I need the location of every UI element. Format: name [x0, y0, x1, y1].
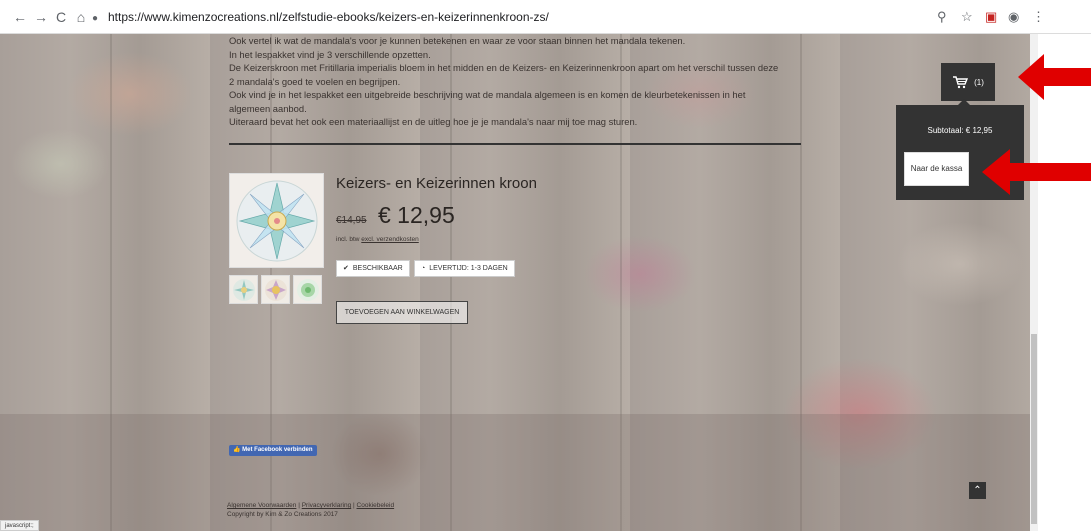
- right-margin: [1038, 34, 1091, 531]
- vat-text: incl. btw: [336, 236, 360, 243]
- lock-icon: ●: [92, 13, 99, 24]
- product-description: Ook vertel ik wat de mandala's voor je k…: [229, 34, 819, 129]
- url-text: https://www.kimenzocreations.nl/zelfstud…: [108, 10, 549, 24]
- delivery-badge: ◔ LEVERTIJD: 1-3 DAGEN: [414, 260, 515, 277]
- product-thumbnail[interactable]: [261, 275, 290, 304]
- page-background: Ook vertel ik wat de mandala's voor je k…: [0, 34, 1030, 531]
- description-line: Ook vertel ik wat de mandala's voor je k…: [229, 35, 686, 46]
- privacy-link[interactable]: Privacyverklaring: [302, 502, 352, 509]
- terms-link[interactable]: Algemene Voorwaarden: [227, 502, 296, 509]
- checkout-button[interactable]: Naar de kassa: [904, 152, 969, 186]
- cart-button[interactable]: (1): [941, 63, 995, 101]
- product-image[interactable]: [229, 173, 324, 268]
- address-bar[interactable]: ● https://www.kimenzocreations.nl/zelfstu…: [92, 6, 842, 28]
- description-line: Ook vind je in het lespakket een uitgebr…: [229, 89, 746, 100]
- product-thumbnail[interactable]: [229, 275, 258, 304]
- description-line: Uiteraard bevat het ook een materiaallij…: [229, 116, 638, 127]
- clock-icon: ◔: [421, 265, 426, 272]
- profile-icon[interactable]: ◉: [1008, 9, 1019, 25]
- footer-area: [0, 414, 1030, 531]
- description-line: In het lespakket vind je 3 verschillende…: [229, 48, 431, 60]
- home-icon[interactable]: ⌂: [73, 9, 89, 25]
- check-icon: ✔: [343, 265, 349, 272]
- status-bar: javascript:;: [0, 520, 39, 531]
- scroll-to-top-button[interactable]: ⌃: [969, 482, 986, 499]
- red-arrow-icon: [1018, 54, 1091, 100]
- cart-subtotal: Subtotaal: € 12,95: [927, 126, 993, 135]
- reload-icon[interactable]: C: [53, 9, 69, 25]
- thumbnail-mandala-1: [232, 278, 255, 301]
- browser-toolbar: ← → C ⌂ ● https://www.kimenzocreations.nl…: [0, 0, 1091, 34]
- copyright-text: Copyright by Kim & Zo Creations 2017: [227, 511, 338, 518]
- delivery-label: LEVERTIJD: 1-3 DAGEN: [429, 265, 508, 272]
- availability-label: BESCHIKBAAR: [352, 265, 403, 272]
- menu-icon[interactable]: ⋮: [1032, 9, 1045, 25]
- availability-badge: ✔ BESCHIKBAAR: [336, 260, 410, 277]
- footer-links: Algemene Voorwaarden | Privacyverklaring…: [227, 501, 394, 519]
- cookie-link[interactable]: Cookiebeleid: [357, 502, 395, 509]
- description-line: 2 mandala's goed te voelen en begrijpen.: [229, 75, 401, 87]
- old-price: €14,95: [336, 215, 367, 226]
- scrollbar[interactable]: [1030, 34, 1038, 531]
- product-title: Keizers- en Keizerinnen kroon: [336, 175, 537, 192]
- description-line: algemeen aanbod.: [229, 102, 307, 114]
- section-divider: [229, 143, 801, 145]
- extension-icon[interactable]: ▣: [985, 9, 997, 25]
- forward-icon[interactable]: →: [33, 9, 49, 25]
- mandala-image: [236, 180, 317, 261]
- cart-icon: [953, 76, 969, 89]
- scrollbar-thumb[interactable]: [1031, 334, 1037, 524]
- thumbnail-mandala-3: [296, 278, 319, 301]
- red-arrow-icon: [982, 149, 1091, 195]
- zoom-icon[interactable]: ⚲: [937, 9, 947, 25]
- add-to-cart-button[interactable]: TOEVOEGEN AAN WINKELWAGEN: [336, 301, 468, 324]
- bookmark-star-icon[interactable]: ☆: [961, 9, 973, 25]
- shipping-link[interactable]: excl. verzendkosten: [361, 236, 418, 243]
- back-icon[interactable]: ←: [12, 9, 28, 25]
- facebook-label: Met Facebook verbinden: [242, 447, 313, 453]
- vat-note: incl. btw excl. verzendkosten: [336, 236, 419, 243]
- product-thumbnail[interactable]: [293, 275, 322, 304]
- thumbs-up-icon: 👍: [233, 447, 241, 453]
- description-line: De Keizerskroon met Fritillaria imperial…: [229, 62, 779, 73]
- facebook-connect-button[interactable]: 👍 Met Facebook verbinden: [229, 445, 317, 456]
- thumbnail-mandala-2: [264, 278, 287, 301]
- cart-count: (1): [974, 77, 984, 87]
- product-price: € 12,95: [378, 202, 455, 228]
